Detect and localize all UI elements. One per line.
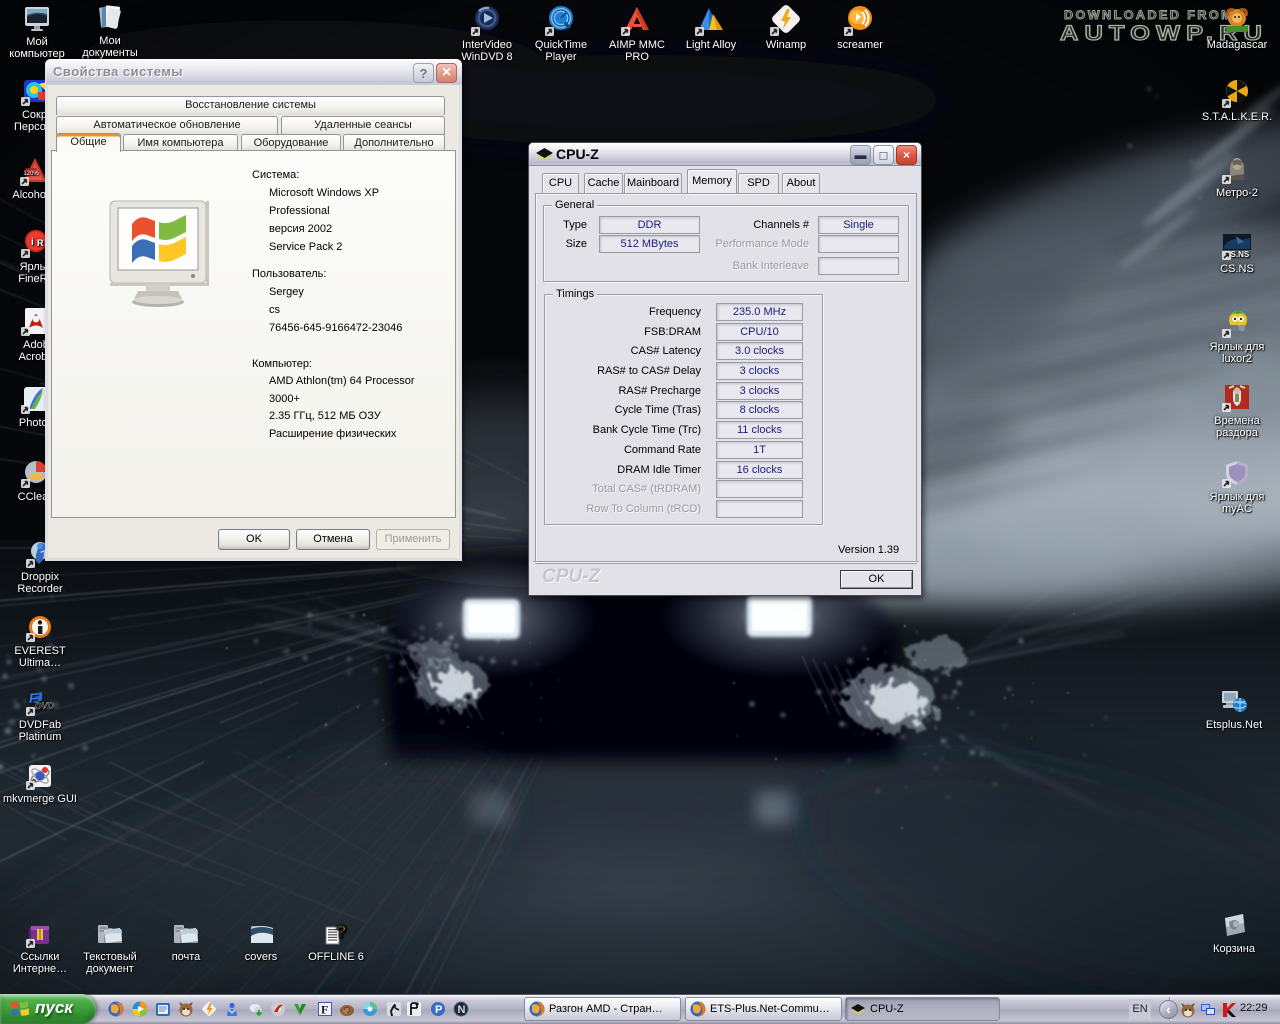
svg-text:R: R — [37, 238, 44, 248]
svg-text:i: i — [31, 237, 34, 248]
svg-text:N: N — [458, 1004, 466, 1016]
svg-text:F: F — [321, 1003, 328, 1017]
svg-text:?: ? — [336, 922, 346, 941]
svg-text:P: P — [435, 1004, 442, 1016]
svg-text:120%: 120% — [23, 171, 39, 177]
svg-text:DVD: DVD — [35, 701, 54, 711]
